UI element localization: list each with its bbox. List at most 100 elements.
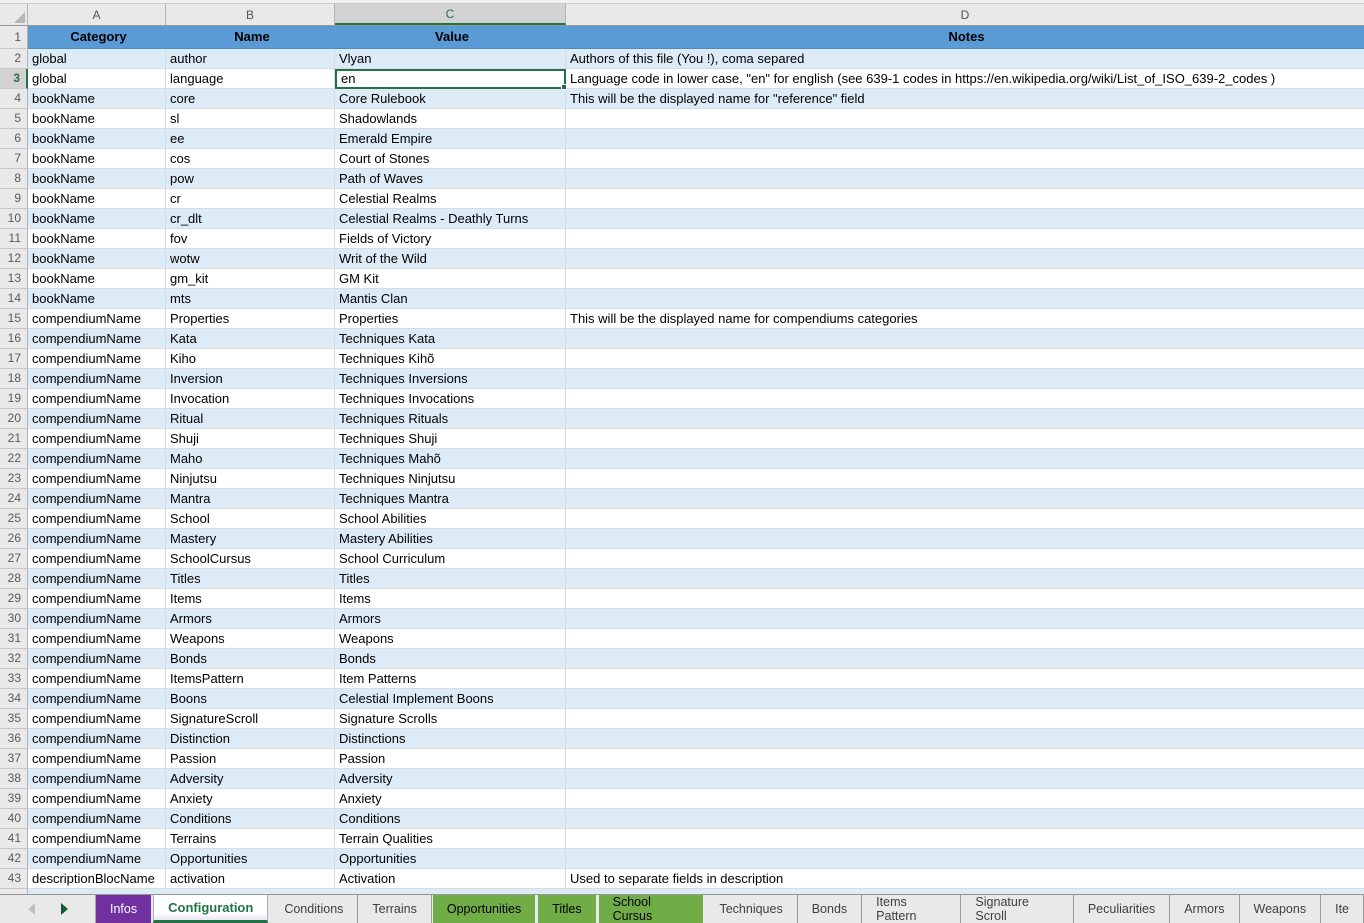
cell-value[interactable]: Techniques Kata [335,329,566,349]
cell-category[interactable]: compendiumName [28,409,166,429]
cell-name[interactable]: Conditions [166,809,335,829]
row-number[interactable]: 31 [0,629,28,649]
cell-value[interactable]: Path of Waves [335,169,566,189]
row-number[interactable]: 12 [0,249,28,269]
cell-category[interactable]: bookName [28,249,166,269]
row-number[interactable]: 28 [0,569,28,589]
cell-name[interactable]: ItemsPattern [166,669,335,689]
cell-value[interactable]: Items [335,589,566,609]
cell-name[interactable]: Bonds [166,649,335,669]
cell-notes[interactable] [566,189,1364,209]
cell-notes[interactable] [566,289,1364,309]
row-number[interactable]: 10 [0,209,28,229]
cell-name[interactable]: core [166,89,335,109]
cell-notes[interactable]: This will be the displayed name for comp… [566,309,1364,329]
cell-category[interactable]: compendiumName [28,689,166,709]
row-number[interactable]: 3 [0,69,28,89]
cell-notes[interactable]: Used to separate fields in description [566,869,1364,889]
cell-category[interactable]: compendiumName [28,769,166,789]
cell-notes[interactable]: Language code in lower case, "en" for en… [566,69,1364,89]
row-number[interactable]: 43 [0,869,28,889]
cell-name[interactable]: Ninjutsu [166,469,335,489]
row-number[interactable]: 32 [0,649,28,669]
sheet-tab-peculiarities[interactable]: Peculiarities [1074,895,1170,923]
cell-name[interactable]: ee [166,129,335,149]
row-number[interactable]: 19 [0,389,28,409]
cell-value[interactable]: Writ of the Wild [335,249,566,269]
row-number[interactable]: 25 [0,509,28,529]
cell-name[interactable]: pow [166,169,335,189]
cell-category[interactable]: compendiumName [28,649,166,669]
cell-value[interactable]: School Abilities [335,509,566,529]
cell-name[interactable]: Weapons [166,629,335,649]
cell-value[interactable]: Mastery Abilities [335,529,566,549]
cell-name[interactable]: Distinction [166,729,335,749]
cell-category[interactable]: bookName [28,209,166,229]
cell-value[interactable]: Court of Stones [335,149,566,169]
cell-name[interactable]: Titles [166,569,335,589]
row-number[interactable]: 42 [0,849,28,869]
cell-value[interactable]: Techniques Inversions [335,369,566,389]
cell-name[interactable]: cos [166,149,335,169]
row-number[interactable]: 37 [0,749,28,769]
header-cell-value[interactable]: Value [335,26,566,49]
row-number[interactable]: 6 [0,129,28,149]
cell-name[interactable]: author [166,49,335,69]
column-header-c-selected[interactable]: C [335,4,566,25]
cell-value[interactable]: Celestial Implement Boons [335,689,566,709]
row-number[interactable]: 21 [0,429,28,449]
cell-category[interactable]: compendiumName [28,589,166,609]
cell-category[interactable]: descriptionBlocName [28,869,166,889]
cell-value[interactable]: School Curriculum [335,549,566,569]
cell-value[interactable]: Adversity [335,769,566,789]
cell-category[interactable]: compendiumName [28,349,166,369]
cell-value[interactable]: Techniques Kihõ [335,349,566,369]
cell-name[interactable]: sl [166,109,335,129]
row-number[interactable]: 33 [0,669,28,689]
cell-category[interactable]: bookName [28,229,166,249]
column-header-a[interactable]: A [28,4,166,25]
select-all-corner[interactable] [0,4,28,25]
cell-name[interactable]: gm_kit [166,269,335,289]
row-number[interactable]: 17 [0,349,28,369]
row-number[interactable]: 39 [0,789,28,809]
cell-value[interactable]: Activation [335,869,566,889]
row-number[interactable]: 24 [0,489,28,509]
cell-category[interactable]: compendiumName [28,489,166,509]
cell-value[interactable]: Anxiety [335,789,566,809]
cell-value[interactable]: Weapons [335,629,566,649]
cell-value[interactable]: Signature Scrolls [335,709,566,729]
cell-value[interactable]: Vlyan [335,49,566,69]
cell-category[interactable]: bookName [28,289,166,309]
cell-category[interactable]: bookName [28,109,166,129]
row-number[interactable]: 30 [0,609,28,629]
cell-value[interactable]: Terrain Qualities [335,829,566,849]
cell-notes[interactable] [566,709,1364,729]
row-number[interactable]: 7 [0,149,28,169]
cell-notes[interactable] [566,649,1364,669]
cell-category[interactable]: compendiumName [28,329,166,349]
cell-value[interactable]: Techniques Ninjutsu [335,469,566,489]
cell-value[interactable]: Distinctions [335,729,566,749]
cell-value[interactable]: Techniques Invocations [335,389,566,409]
row-number[interactable]: 23 [0,469,28,489]
cell-name[interactable]: SignatureScroll [166,709,335,729]
cell-name[interactable]: activation [166,869,335,889]
cell-notes[interactable] [566,429,1364,449]
cell-notes[interactable] [566,569,1364,589]
cell-notes[interactable] [566,489,1364,509]
cell-notes[interactable] [566,549,1364,569]
row-number[interactable]: 26 [0,529,28,549]
cell-name[interactable]: Kiho [166,349,335,369]
cell-name[interactable]: Anxiety [166,789,335,809]
cell-name[interactable]: wotw [166,249,335,269]
cell-value[interactable]: Techniques Mahõ [335,449,566,469]
row-number[interactable]: 11 [0,229,28,249]
cell-category[interactable]: bookName [28,149,166,169]
sheet-tab-items-pattern[interactable]: Items Pattern [862,895,961,923]
cell-name[interactable]: cr [166,189,335,209]
cell-notes[interactable]: This will be the displayed name for "ref… [566,89,1364,109]
cell-notes[interactable] [566,749,1364,769]
row-number[interactable]: 13 [0,269,28,289]
row-number[interactable]: 20 [0,409,28,429]
